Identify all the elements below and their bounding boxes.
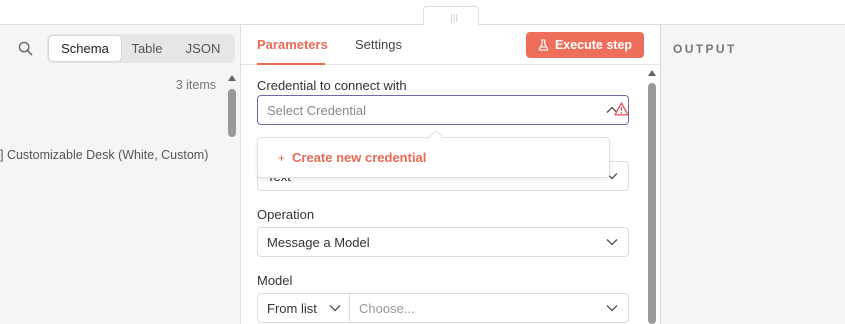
items-count: 3 items [175, 78, 216, 92]
flask-icon [538, 39, 549, 51]
scroll-up-arrow[interactable] [228, 75, 236, 81]
view-option-schema[interactable]: Schema [49, 36, 121, 61]
search-icon [18, 41, 32, 55]
model-mode-select[interactable]: From list [258, 294, 350, 322]
chevron-down-icon [606, 239, 618, 246]
model-input-group: From list Choose... [257, 293, 629, 323]
execute-step-label: Execute step [554, 38, 633, 52]
parameters-panel: Parameters Settings Execute step Credent… [241, 25, 661, 324]
dropdown-pointer [428, 129, 444, 145]
operation-label: Operation [257, 207, 315, 222]
credential-label: Credential to connect with [257, 78, 407, 93]
operation-value: Message a Model [267, 235, 370, 250]
create-new-credential-option[interactable]: + Create new credential [278, 150, 426, 165]
chevron-down-icon [329, 305, 341, 312]
credential-select[interactable]: Select Credential [257, 95, 629, 125]
credential-dropdown: + Create new credential [257, 129, 610, 178]
model-mode-value: From list [267, 301, 317, 316]
list-item[interactable]: ] Customizable Desk (White, Custom) [0, 148, 208, 162]
input-panel: Schema Table JSON 3 items ] Customizable… [0, 25, 241, 324]
warning-icon [614, 102, 629, 116]
drag-handle-icon: ||| [450, 13, 459, 22]
view-option-json[interactable]: JSON [173, 36, 233, 61]
view-option-table[interactable]: Table [121, 36, 173, 61]
scroll-up-arrow[interactable] [648, 70, 656, 76]
tab-parameters[interactable]: Parameters [257, 37, 328, 52]
scrollbar-thumb[interactable] [228, 89, 236, 137]
tab-bar: Parameters Settings Execute step [241, 25, 660, 65]
model-label: Model [257, 273, 293, 288]
credential-placeholder: Select Credential [267, 103, 366, 118]
chevron-down-icon [606, 305, 618, 312]
plus-icon: + [278, 151, 286, 165]
tab-settings[interactable]: Settings [355, 37, 402, 52]
panel-resize-handle[interactable]: ||| [423, 6, 479, 26]
top-bar: ||| [0, 0, 845, 26]
operation-select[interactable]: Message a Model [257, 227, 629, 257]
model-placeholder: Choose... [359, 301, 415, 316]
search-button[interactable] [15, 38, 35, 58]
output-title: OUTPUT [673, 42, 737, 56]
output-panel: OUTPUT [661, 25, 845, 324]
view-toggle: Schema Table JSON [47, 34, 235, 63]
active-tab-indicator [257, 63, 325, 65]
execute-step-button[interactable]: Execute step [526, 32, 644, 58]
create-credential-label: Create new credential [292, 150, 427, 165]
scrollbar-thumb[interactable] [648, 83, 656, 324]
